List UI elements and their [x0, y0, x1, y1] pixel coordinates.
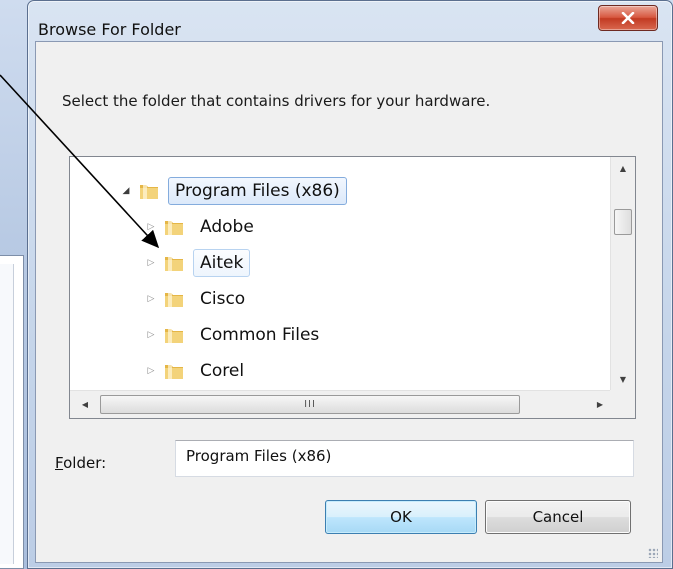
close-button[interactable]	[598, 5, 658, 31]
title-bar[interactable]: Browse For Folder	[28, 1, 672, 41]
expand-arrow-icon[interactable]: ▷	[145, 293, 157, 305]
expand-arrow-icon[interactable]: ▷	[145, 329, 157, 341]
scroll-right-icon[interactable]: ▶	[589, 391, 611, 418]
cancel-button[interactable]: Cancel	[485, 500, 631, 534]
dialog-title: Browse For Folder	[38, 20, 181, 39]
scroll-grip-icon: III	[304, 399, 316, 410]
vertical-scroll-thumb[interactable]	[614, 209, 632, 235]
tree-item-adobe[interactable]: ▷ Adobe	[145, 211, 635, 243]
close-icon	[621, 12, 635, 24]
folder-icon	[165, 257, 183, 271]
tree-item-aitek[interactable]: ▷ Aitek	[145, 247, 635, 279]
tree-item-corel[interactable]: ▷ Corel	[145, 355, 635, 387]
collapse-arrow-icon[interactable]: ◢	[120, 185, 132, 197]
folder-path-field[interactable]: Program Files (x86)	[175, 440, 634, 477]
ok-button[interactable]: OK	[325, 500, 477, 534]
instruction-text: Select the folder that contains drivers …	[62, 92, 491, 110]
browse-for-folder-dialog: Browse For Folder Select the folder that…	[27, 0, 673, 569]
tree-item-label: Corel	[200, 361, 245, 381]
expand-arrow-icon[interactable]: ▷	[145, 257, 157, 269]
scroll-up-icon[interactable]: ▲	[611, 157, 635, 179]
folder-icon	[165, 221, 183, 235]
tree-item-label: Cisco	[200, 289, 246, 309]
tree-item-program-files-x86[interactable]: ◢ Program Files (x86)	[120, 175, 635, 207]
dialog-client-area: Select the folder that contains drivers …	[35, 41, 663, 563]
folder-label-accesskey: F	[55, 454, 64, 472]
folder-tree[interactable]: ◢ Program Files (x86) ▷ Adobe ▷ Aitek ▷ …	[69, 156, 636, 419]
tree-item-label: Adobe	[200, 217, 254, 237]
folder-icon	[140, 185, 158, 199]
tree-item-cisco[interactable]: ▷ Cisco	[145, 283, 635, 315]
folder-icon	[165, 329, 183, 343]
folder-icon	[165, 293, 183, 307]
background-window-panel	[0, 264, 14, 564]
scroll-left-icon[interactable]: ◀	[74, 391, 96, 418]
horizontal-scroll-thumb[interactable]: III	[100, 395, 520, 414]
folder-icon	[165, 365, 183, 379]
vertical-scrollbar[interactable]: ▲ ▼	[610, 157, 635, 390]
folder-label-text: older:	[63, 454, 107, 472]
expand-arrow-icon[interactable]: ▷	[145, 365, 157, 377]
horizontal-scrollbar[interactable]: ◀ III ▶	[70, 390, 611, 418]
scroll-down-icon[interactable]: ▼	[611, 368, 635, 390]
folder-label: Folder:	[55, 454, 106, 472]
tree-item-label: Aitek	[193, 249, 251, 277]
tree-item-label: Program Files (x86)	[168, 177, 347, 205]
scroll-corner	[610, 390, 635, 418]
background-window-edge	[0, 255, 24, 569]
tree-item-common-files[interactable]: ▷ Common Files	[145, 319, 635, 351]
resize-grip-icon[interactable]	[648, 548, 658, 558]
tree-item-label: Common Files	[200, 325, 320, 345]
expand-arrow-icon[interactable]: ▷	[145, 221, 157, 233]
